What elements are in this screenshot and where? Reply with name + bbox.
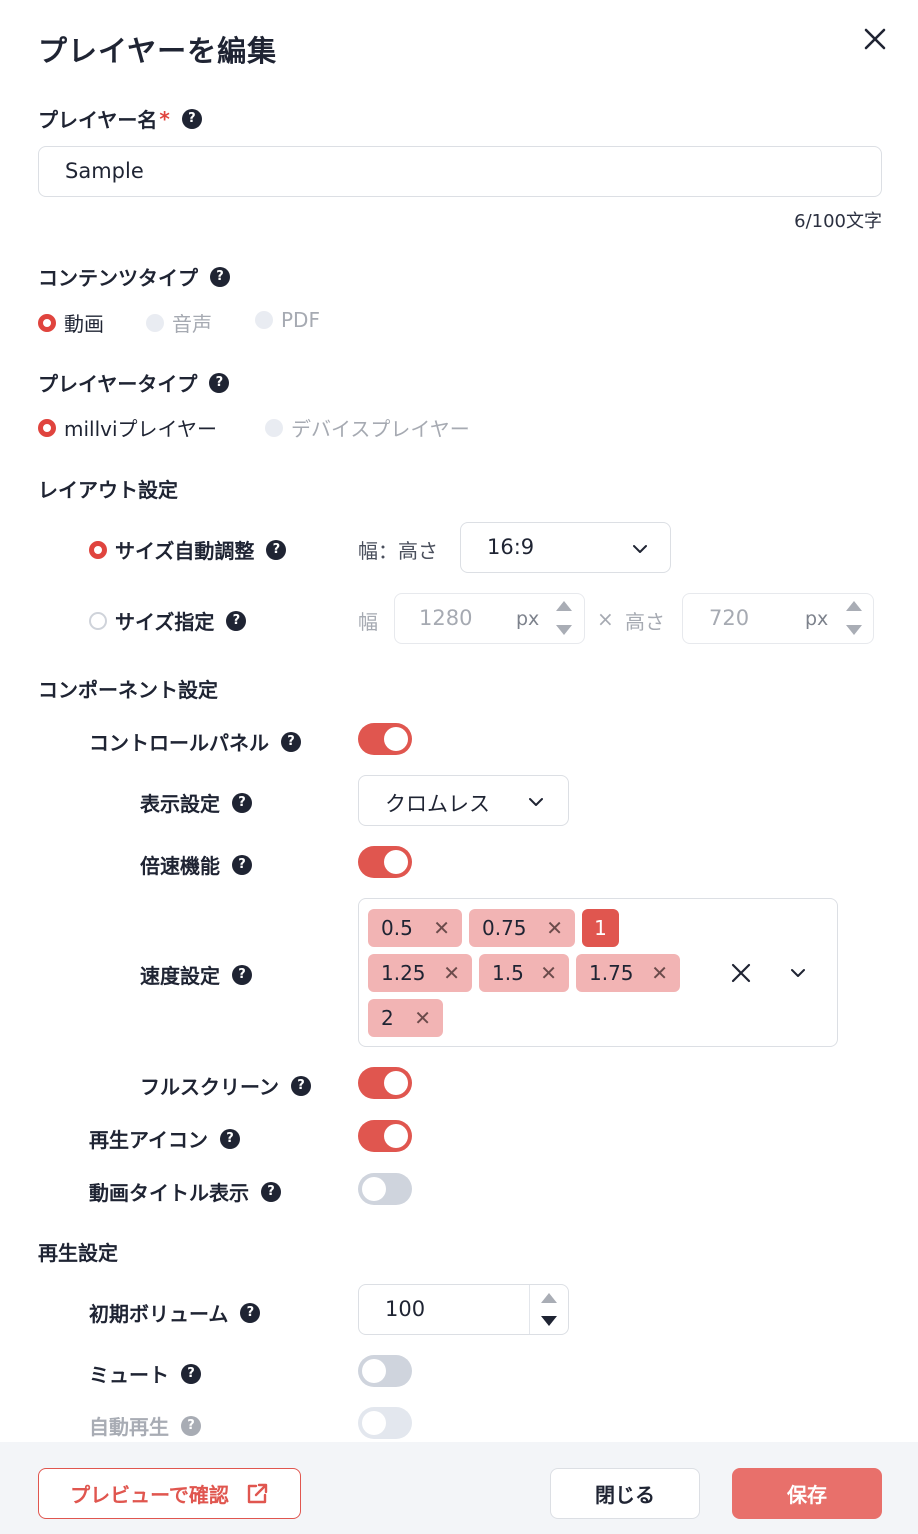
- tag-remove-icon[interactable]: ✕: [414, 1006, 431, 1030]
- spin-down-icon[interactable]: [541, 1316, 557, 1326]
- tag-remove-icon[interactable]: ✕: [540, 961, 557, 985]
- speed-tag: 1.25 ✕: [368, 954, 472, 992]
- speed-multiselect[interactable]: 0.5 ✕ 0.75 ✕ 1 1.25 ✕ 1.5 ✕ 1.75 ✕ 2 ✕: [358, 898, 838, 1047]
- speed-tag: 2 ✕: [368, 999, 443, 1037]
- help-icon[interactable]: ?: [266, 539, 287, 560]
- radio-disabled-icon: [255, 311, 273, 329]
- display-select[interactable]: クロムレス: [358, 775, 569, 826]
- spin-up-icon: [556, 601, 572, 611]
- help-icon[interactable]: ?: [232, 964, 252, 985]
- radio-selected-icon: [89, 540, 107, 559]
- tag-remove-icon[interactable]: ✕: [443, 961, 460, 985]
- help-icon[interactable]: ?: [181, 1415, 201, 1436]
- tag-remove-icon[interactable]: ✕: [433, 916, 450, 940]
- volume-value: 100: [385, 1297, 426, 1321]
- fullscreen-toggle[interactable]: [358, 1067, 412, 1099]
- video-title-toggle[interactable]: [358, 1173, 412, 1205]
- char-counter: 6/100文字: [794, 211, 882, 232]
- fullscreen-label: フルスクリーン ?: [140, 1071, 311, 1100]
- control-panel-toggle[interactable]: [358, 723, 412, 755]
- display-setting-label: 表示設定 ?: [140, 788, 252, 817]
- speed-feature-toggle[interactable]: [358, 846, 412, 878]
- help-icon[interactable]: ?: [181, 108, 202, 129]
- save-button[interactable]: 保存: [732, 1468, 882, 1519]
- help-icon[interactable]: ?: [261, 1181, 281, 1202]
- chevron-down-icon: [529, 798, 543, 806]
- spin-up-icon: [846, 601, 862, 611]
- speed-tag: 0.75 ✕: [469, 909, 575, 947]
- chevron-down-icon: [633, 545, 647, 553]
- display-value: クロムレス: [385, 792, 490, 816]
- radio-video[interactable]: 動画: [38, 308, 104, 337]
- speed-tag: 0.5 ✕: [368, 909, 462, 947]
- player-name-value: Sample: [65, 159, 144, 183]
- radio-selected-icon: [38, 418, 56, 437]
- close-icon[interactable]: [860, 24, 890, 54]
- radio-pdf: PDF: [255, 308, 320, 332]
- initial-volume-input[interactable]: 100: [358, 1284, 569, 1335]
- radio-selected-icon: [38, 313, 56, 332]
- chevron-down-icon[interactable]: [791, 966, 805, 980]
- external-link-icon: [247, 1483, 268, 1503]
- tag-remove-icon[interactable]: ✕: [651, 961, 668, 985]
- help-icon[interactable]: ?: [210, 266, 230, 287]
- player-name-input[interactable]: Sample: [38, 146, 882, 197]
- radio-auto-size[interactable]: サイズ自動調整 ?: [89, 535, 287, 564]
- width-label: 幅: [358, 610, 378, 634]
- width-input: 1280 px: [394, 593, 585, 644]
- mute-toggle[interactable]: [358, 1355, 412, 1387]
- playback-heading: 再生設定: [38, 1241, 118, 1265]
- preview-button[interactable]: プレビューで確認: [38, 1468, 301, 1519]
- help-icon[interactable]: ?: [181, 1363, 201, 1384]
- spin-up-icon[interactable]: [541, 1293, 557, 1303]
- help-icon[interactable]: ?: [226, 610, 247, 631]
- radio-fixed-size[interactable]: サイズ指定 ?: [89, 606, 247, 635]
- autoplay-toggle[interactable]: [358, 1407, 412, 1439]
- radio-audio: 音声: [146, 308, 212, 337]
- tag-remove-icon[interactable]: ✕: [546, 916, 563, 940]
- help-icon[interactable]: ?: [220, 1128, 240, 1149]
- help-icon[interactable]: ?: [291, 1075, 311, 1096]
- clear-icon[interactable]: [731, 963, 751, 983]
- spin-down-icon: [556, 625, 572, 635]
- speed-tag-default: 1: [582, 909, 619, 947]
- height-input: 720 px: [682, 593, 874, 644]
- ratio-label: 幅：高さ: [358, 539, 438, 563]
- ratio-select[interactable]: 16:9: [460, 522, 671, 573]
- times-sign: ×: [597, 607, 614, 631]
- video-title-label: 動画タイトル表示 ?: [89, 1177, 281, 1206]
- play-icon-toggle[interactable]: [358, 1120, 412, 1152]
- control-panel-label: コントロールパネル ?: [89, 727, 301, 756]
- help-icon[interactable]: ?: [240, 1302, 261, 1323]
- spin-down-icon: [846, 625, 862, 635]
- height-label: 高さ: [625, 610, 665, 634]
- help-icon[interactable]: ?: [232, 792, 252, 813]
- close-button[interactable]: 閉じる: [550, 1468, 700, 1519]
- play-icon-label: 再生アイコン ?: [89, 1124, 240, 1153]
- speed-settings-label: 速度設定 ?: [140, 960, 252, 989]
- speed-feature-label: 倍速機能 ?: [140, 850, 252, 879]
- content-type-label: コンテンツタイプ ?: [38, 262, 230, 291]
- required-mark: *: [159, 106, 170, 131]
- components-heading: コンポーネント設定: [38, 678, 218, 702]
- help-icon[interactable]: ?: [209, 372, 230, 393]
- radio-unselected-icon: [89, 611, 107, 630]
- dialog-footer: プレビューで確認 閉じる 保存: [0, 1442, 918, 1534]
- dialog-title: プレイヤーを編集: [38, 34, 278, 68]
- ratio-value: 16:9: [487, 535, 535, 559]
- speed-tag: 1.5 ✕: [479, 954, 569, 992]
- radio-device-player: デバイスプレイヤー: [265, 413, 470, 442]
- radio-millvi-player[interactable]: millviプレイヤー: [38, 413, 217, 442]
- mute-label: ミュート ?: [89, 1359, 201, 1388]
- player-type-label: プレイヤータイプ ?: [38, 368, 230, 397]
- radio-disabled-icon: [146, 313, 164, 332]
- help-icon[interactable]: ?: [281, 731, 301, 752]
- layout-heading: レイアウト設定: [38, 478, 178, 502]
- speed-tag: 1.75 ✕: [576, 954, 680, 992]
- initial-volume-label: 初期ボリューム ?: [89, 1298, 261, 1327]
- autoplay-label: 自動再生 ?: [89, 1411, 201, 1440]
- help-icon[interactable]: ?: [232, 854, 252, 875]
- player-name-label: プレイヤー名 * ?: [38, 104, 202, 133]
- radio-disabled-icon: [265, 418, 283, 437]
